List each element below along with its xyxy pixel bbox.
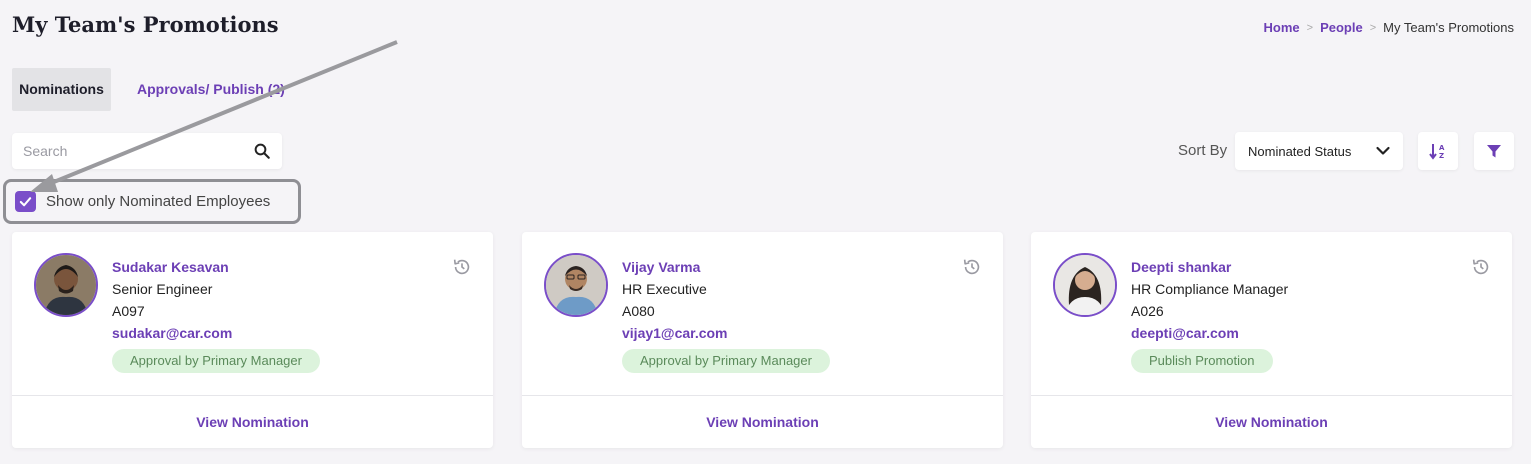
page-title: My Team's Promotions [12,12,279,37]
svg-text:Z: Z [1439,152,1444,160]
chevron-down-icon [1376,146,1390,155]
employee-id: A080 [622,303,655,319]
filter-funnel-icon [1487,145,1501,158]
breadcrumb-separator: > [1306,21,1314,34]
employee-info: Sudakar Kesavan Senior Engineer A097 sud… [112,258,320,373]
history-icon[interactable] [961,256,983,278]
avatar [34,253,98,317]
view-nomination-link[interactable]: View Nomination [196,414,309,430]
employee-info: Deepti shankar HR Compliance Manager A02… [1131,258,1288,373]
tab-approvals-publish[interactable]: Approvals/ Publish (2) [111,68,299,111]
employee-role: Senior Engineer [112,281,213,297]
search-box [12,133,282,169]
avatar [544,253,608,317]
employee-email[interactable]: deepti@car.com [1131,324,1288,346]
employee-card: Vijay Varma HR Executive A080 vijay1@car… [522,232,1003,448]
history-icon[interactable] [451,256,473,278]
avatar [1053,253,1117,317]
card-footer: View Nomination [12,395,493,448]
employee-id: A026 [1131,303,1164,319]
sort-by-select[interactable]: Nominated Status [1235,132,1403,170]
breadcrumb-home-link[interactable]: Home [1264,20,1300,35]
filter-button[interactable] [1474,132,1514,170]
check-icon [19,197,32,207]
card-footer: View Nomination [522,395,1003,448]
show-nominated-checkbox[interactable] [15,191,36,212]
status-badge: Publish Promotion [1131,349,1273,373]
status-badge: Approval by Primary Manager [112,349,320,373]
svg-text:A: A [1439,144,1445,152]
employee-name[interactable]: Sudakar Kesavan [112,258,320,280]
employee-id: A097 [112,303,145,319]
search-input[interactable] [23,143,253,159]
employee-card: Sudakar Kesavan Senior Engineer A097 sud… [12,232,493,448]
employee-email[interactable]: vijay1@car.com [622,324,830,346]
employee-name[interactable]: Deepti shankar [1131,258,1288,280]
breadcrumb-separator: > [1369,21,1377,34]
view-nomination-link[interactable]: View Nomination [706,414,819,430]
tab-bar: Nominations Approvals/ Publish (2) [12,68,299,111]
employee-info: Vijay Varma HR Executive A080 vijay1@car… [622,258,830,373]
tab-nominations[interactable]: Nominations [12,68,111,111]
sort-by-label: Sort By [1178,142,1228,159]
breadcrumb-people-link[interactable]: People [1320,20,1363,35]
status-badge: Approval by Primary Manager [622,349,830,373]
view-nomination-link[interactable]: View Nomination [1215,414,1328,430]
card-footer: View Nomination [1031,395,1512,448]
breadcrumb-current: My Team's Promotions [1383,20,1514,35]
sort-by-value: Nominated Status [1248,143,1352,159]
history-icon[interactable] [1470,256,1492,278]
sort-alpha-icon: A Z [1429,144,1445,160]
employee-role: HR Compliance Manager [1131,281,1289,297]
employee-name[interactable]: Vijay Varma [622,258,830,280]
employee-email[interactable]: sudakar@car.com [112,324,320,346]
nominated-filter-highlight: Show only Nominated Employees [3,179,301,224]
show-nominated-label: Show only Nominated Employees [46,193,271,210]
search-icon[interactable] [253,142,271,160]
employee-role: HR Executive [622,281,707,297]
breadcrumb: Home > People > My Team's Promotions [1264,20,1514,35]
employee-card: Deepti shankar HR Compliance Manager A02… [1031,232,1512,448]
sort-order-button[interactable]: A Z [1418,132,1458,170]
